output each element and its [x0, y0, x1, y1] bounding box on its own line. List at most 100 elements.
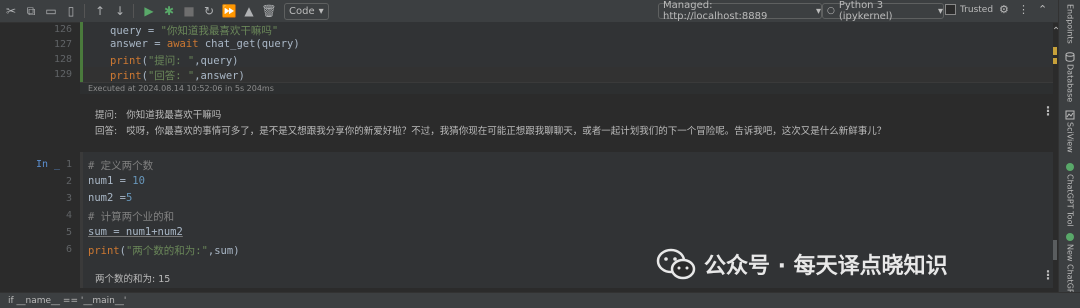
trash-icon[interactable]: 🗑 [260, 2, 278, 20]
chevron-down-icon: ▾ [318, 5, 324, 17]
sidebar-tab-new-chatgpt[interactable]: New ChatGPT [1061, 232, 1079, 299]
code-line[interactable]: sum = num1+num2 [88, 226, 183, 238]
wechat-logo-icon [656, 248, 696, 280]
code-token: print [110, 70, 142, 82]
cut-icon[interactable]: ✂ [2, 2, 20, 20]
scrollbar-thumb[interactable] [1053, 240, 1057, 260]
restart-kernel-icon[interactable]: ↻ [200, 2, 218, 20]
code-token: 5 [125, 192, 133, 204]
collapse-icon[interactable]: ⌃ [1038, 3, 1047, 16]
paste-icon[interactable]: ▭ [42, 2, 60, 20]
output-menu-icon[interactable]: ⋮ [1042, 268, 1054, 282]
copy-icon[interactable]: ⧉ [22, 2, 40, 20]
kernel-label: Python 3 (ipykernel) [838, 0, 893, 22]
code-token: sum [88, 226, 107, 238]
code-line[interactable]: print("两个数的和为:",sum) [88, 243, 240, 258]
code-line[interactable]: print("提问: ",query) [110, 53, 239, 68]
tool-sidebar: Endpoints Database SciView ChatGPT Tool … [1058, 0, 1080, 299]
line-number: 126 [53, 24, 72, 35]
settings-icon[interactable]: ⚙ [999, 3, 1009, 16]
chevron-down-icon: ▾ [815, 5, 821, 17]
watermark: 公众号 · 每天译点晓知识 [656, 248, 948, 280]
code-line[interactable]: answer = await chat_get(query) [110, 38, 300, 50]
cell-type-select[interactable]: Code ▾ [284, 2, 329, 20]
output-menu-icon[interactable]: ⋮ [1042, 104, 1054, 118]
delete-cell-icon[interactable]: ▯ [62, 2, 80, 20]
kernel-select[interactable]: ○ Python 3 (ipykernel) ▾ [822, 0, 944, 22]
output-line: 提问: 你知道我最喜欢干嘛吗 [95, 110, 222, 121]
output-line: 两个数的和为: 15 [95, 274, 171, 285]
code-line[interactable]: num2 =5 [88, 192, 132, 204]
cell-executed-marker [80, 22, 83, 82]
sidebar-tab-sciview[interactable]: SciView [1061, 110, 1079, 153]
cell-type-label: Code [289, 5, 315, 17]
debug-icon[interactable]: ✱ [160, 2, 178, 20]
sidebar-tab-label: Database [1065, 64, 1075, 103]
watermark-text: 公众号 · 每天译点晓知识 [704, 254, 948, 279]
run-all-icon[interactable]: ⏩ [220, 2, 238, 20]
line-number: 4 [65, 210, 72, 221]
kernel-url-label: Managed: http://localhost:8889 [663, 0, 768, 22]
code-token: # 计算两个业的和 [88, 211, 175, 223]
database-icon [1065, 52, 1075, 62]
line-number: 6 [65, 244, 72, 255]
scroll-marker [1053, 47, 1057, 55]
code-token: 10 [132, 175, 145, 187]
code-token: "回答: " [147, 70, 195, 82]
code-token: = [141, 25, 161, 37]
clear-outputs-icon[interactable]: ▲ [240, 2, 258, 20]
sidebar-tab-chatgpt-tool[interactable]: ChatGPT Tool [1061, 162, 1079, 227]
line-number: 5 [65, 227, 72, 238]
sidebar-tab-label: New ChatGPT [1065, 244, 1075, 299]
run-cell-icon[interactable]: ▶ [140, 2, 158, 20]
code-token: "提问: " [147, 55, 195, 67]
code-token: await [166, 38, 205, 50]
code-line[interactable]: print("回答: ",answer) [110, 68, 245, 83]
line-number: 1 [65, 159, 72, 170]
code-token: num1 = [88, 175, 133, 187]
code-token: print [110, 55, 142, 67]
trusted-label: Trusted [960, 4, 994, 15]
kernel-url-select[interactable]: Managed: http://localhost:8889 ▾ [658, 0, 822, 22]
code-line[interactable]: # 定义两个数 [88, 158, 153, 173]
move-down-icon[interactable]: ↓ [111, 2, 129, 20]
code-token: = [147, 38, 167, 50]
chatgpt-icon [1066, 233, 1074, 241]
code-token: "你知道我最喜欢干嘛吗" [160, 25, 279, 37]
line-number: 3 [65, 193, 72, 204]
line-number: 128 [53, 54, 72, 65]
line-number: 129 [53, 69, 72, 80]
breadcrumb[interactable]: if __name__ == '__main__' [8, 296, 126, 306]
move-up-icon[interactable]: ↑ [91, 2, 109, 20]
output-line: 回答: 哎呀，你最喜欢的事情可多了，是不是又想跟我分享你的新爱好啦？不过，我猜你… [95, 126, 887, 137]
more-options-icon[interactable]: ⋮ [1018, 3, 1029, 16]
toolbar-divider [133, 4, 134, 18]
code-token: chat_get(query) [204, 38, 300, 50]
trusted-toggle[interactable]: Trusted [945, 4, 993, 15]
code-token: ,answer) [194, 70, 245, 82]
code-token: = num1+num2 [106, 226, 183, 238]
code-line[interactable]: num1 = 10 [88, 175, 145, 187]
chevron-down-icon: ▾ [937, 5, 943, 17]
sidebar-tab-label: SciView [1065, 122, 1075, 153]
code-token: ,sum) [207, 245, 240, 257]
scroll-marker [1053, 58, 1057, 64]
code-token: num2 = [88, 192, 126, 204]
sidebar-tab-database[interactable]: Database [1061, 52, 1079, 102]
stop-icon[interactable]: ■ [180, 2, 198, 20]
sidebar-tab-endpoints[interactable]: Endpoints [1061, 4, 1079, 44]
sciview-icon [1065, 110, 1075, 120]
sidebar-tab-label: ChatGPT Tool [1065, 174, 1075, 227]
execution-time: Executed at 2024.08.14 10:52:06 in 5s 20… [88, 84, 274, 93]
code-line[interactable]: query = "你知道我最喜欢干嘛吗" [110, 23, 278, 38]
code-token: ,query) [194, 55, 239, 67]
line-number: 2 [65, 176, 72, 187]
code-line[interactable]: # 计算两个业的和 [88, 209, 174, 224]
cell-marker [80, 152, 83, 288]
status-bar: if __name__ == '__main__' [0, 292, 1080, 308]
code-token: answer [110, 38, 148, 50]
kernel-status-icon: ○ [827, 6, 835, 16]
code-token: # 定义两个数 [88, 160, 154, 172]
sidebar-tab-label: Endpoints [1065, 4, 1075, 44]
trusted-checkbox[interactable] [945, 4, 956, 15]
